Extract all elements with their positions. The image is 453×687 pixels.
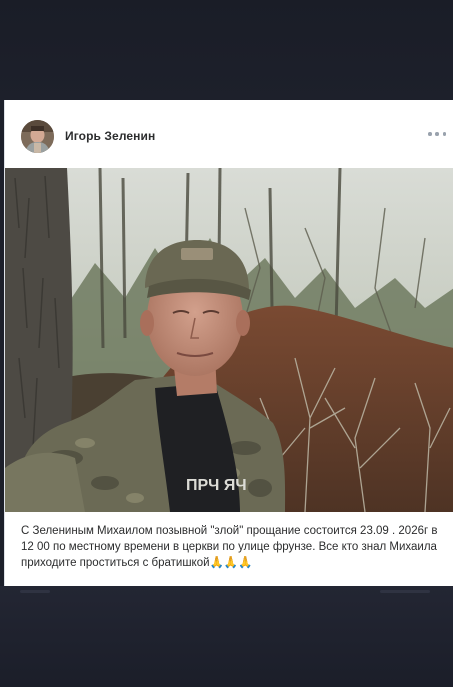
- shirt-print: ПРЧ ЯЧ: [186, 477, 247, 494]
- post-card: Игорь Зеленин ПРЧ ЯЧ С Зелениным Михаило…: [4, 100, 453, 586]
- post-header: Игорь Зеленин: [5, 100, 453, 170]
- top-background: [0, 0, 453, 100]
- author-avatar[interactable]: [21, 120, 54, 153]
- more-dots-icon[interactable]: [428, 126, 446, 142]
- post-photo-image: ПРЧ ЯЧ: [5, 168, 453, 513]
- bottom-background: [0, 586, 453, 687]
- post-caption: С Зелениным Михаилом позывной "злой" про…: [21, 523, 446, 571]
- dot: [435, 132, 439, 136]
- dot: [442, 132, 446, 136]
- avatar-image: [21, 120, 54, 153]
- action-bar-ghost: [380, 590, 430, 593]
- action-bar-ghost: [20, 590, 50, 593]
- dot: [428, 132, 432, 136]
- pray-emoji: 🙏🙏🙏: [209, 557, 253, 569]
- author-name[interactable]: Игорь Зеленин: [65, 129, 155, 143]
